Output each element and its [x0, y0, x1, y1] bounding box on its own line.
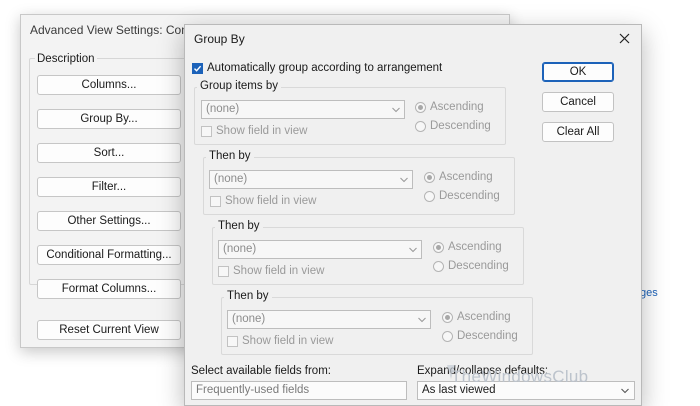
ascending-label-1: Ascending — [430, 101, 484, 113]
show-field-checkbox-1[interactable] — [201, 126, 212, 137]
show-field-checkbox-4[interactable] — [227, 336, 238, 347]
close-button[interactable] — [613, 28, 635, 48]
then-by-label-1: Then by — [206, 150, 254, 162]
group-field-select-1[interactable]: (none) — [201, 100, 405, 119]
show-field-checkbox-2[interactable] — [210, 196, 221, 207]
chevron-down-icon — [392, 107, 400, 113]
columns-button[interactable]: Columns... — [37, 75, 181, 95]
dialog-title: Group By — [194, 32, 245, 46]
format-columns-button[interactable]: Format Columns... — [37, 279, 181, 299]
chevron-down-icon — [400, 177, 408, 183]
descending-label-2: Descending — [439, 190, 500, 202]
close-icon — [619, 33, 629, 43]
descending-radio-3[interactable] — [433, 261, 444, 272]
window-title: Advanced View Settings: Com — [30, 23, 192, 37]
group-field-select-3[interactable]: (none) — [218, 240, 422, 259]
chevron-down-icon — [409, 247, 417, 253]
show-field-label-2: Show field in view — [225, 195, 317, 207]
select-value: (none) — [206, 103, 240, 115]
background-link-text[interactable]: ges — [640, 287, 658, 299]
ok-button[interactable]: OK — [542, 62, 614, 82]
chevron-down-icon — [621, 388, 629, 394]
other-settings-button[interactable]: Other Settings... — [37, 211, 181, 231]
ascending-label-2: Ascending — [439, 171, 493, 183]
group-field-select-2[interactable]: (none) — [209, 170, 413, 189]
show-field-label-3: Show field in view — [233, 265, 325, 277]
select-value: (none) — [223, 243, 257, 255]
show-field-label-1: Show field in view — [216, 125, 308, 137]
then-by-label-3: Then by — [224, 290, 272, 302]
group-field-select-4[interactable]: (none) — [227, 310, 431, 329]
ascending-radio-2[interactable] — [424, 172, 435, 183]
group-items-by-label: Group items by — [197, 80, 281, 92]
fields-from-label: Select available fields from: — [191, 365, 331, 377]
group-by-dialog: Group By Automatically group according t… — [184, 24, 642, 406]
clear-all-button[interactable]: Clear All — [542, 122, 614, 142]
descending-radio-4[interactable] — [442, 331, 453, 342]
ascending-label-3: Ascending — [448, 241, 502, 253]
group-by-button[interactable]: Group By... — [37, 109, 181, 129]
ascending-radio-3[interactable] — [433, 242, 444, 253]
show-field-label-4: Show field in view — [242, 335, 334, 347]
checkmark-icon — [194, 65, 202, 72]
select-value: (none) — [232, 313, 266, 325]
select-value: Frequently-used fields — [196, 384, 310, 396]
sort-button[interactable]: Sort... — [37, 143, 181, 163]
descending-label-4: Descending — [457, 330, 518, 342]
watermark-text: TheWindowsClub — [451, 367, 589, 386]
auto-group-label: Automatically group according to arrange… — [207, 62, 443, 74]
filter-button[interactable]: Filter... — [37, 177, 181, 197]
select-value: (none) — [214, 173, 248, 185]
then-by-label-2: Then by — [215, 220, 263, 232]
ascending-radio-1[interactable] — [415, 102, 426, 113]
descending-label-3: Descending — [448, 260, 509, 272]
descending-radio-1[interactable] — [415, 121, 426, 132]
chevron-down-icon — [418, 317, 426, 323]
auto-group-checkbox[interactable] — [192, 63, 203, 74]
descending-radio-2[interactable] — [424, 191, 435, 202]
fields-from-select[interactable]: Frequently-used fields — [191, 381, 407, 400]
descending-label-1: Descending — [430, 120, 491, 132]
description-label: Description — [35, 53, 97, 65]
conditional-formatting-button[interactable]: Conditional Formatting... — [37, 245, 181, 265]
cancel-button[interactable]: Cancel — [542, 92, 614, 112]
show-field-checkbox-3[interactable] — [218, 266, 229, 277]
ascending-radio-4[interactable] — [442, 312, 453, 323]
reset-current-view-button[interactable]: Reset Current View — [37, 320, 181, 340]
ascending-label-4: Ascending — [457, 311, 511, 323]
